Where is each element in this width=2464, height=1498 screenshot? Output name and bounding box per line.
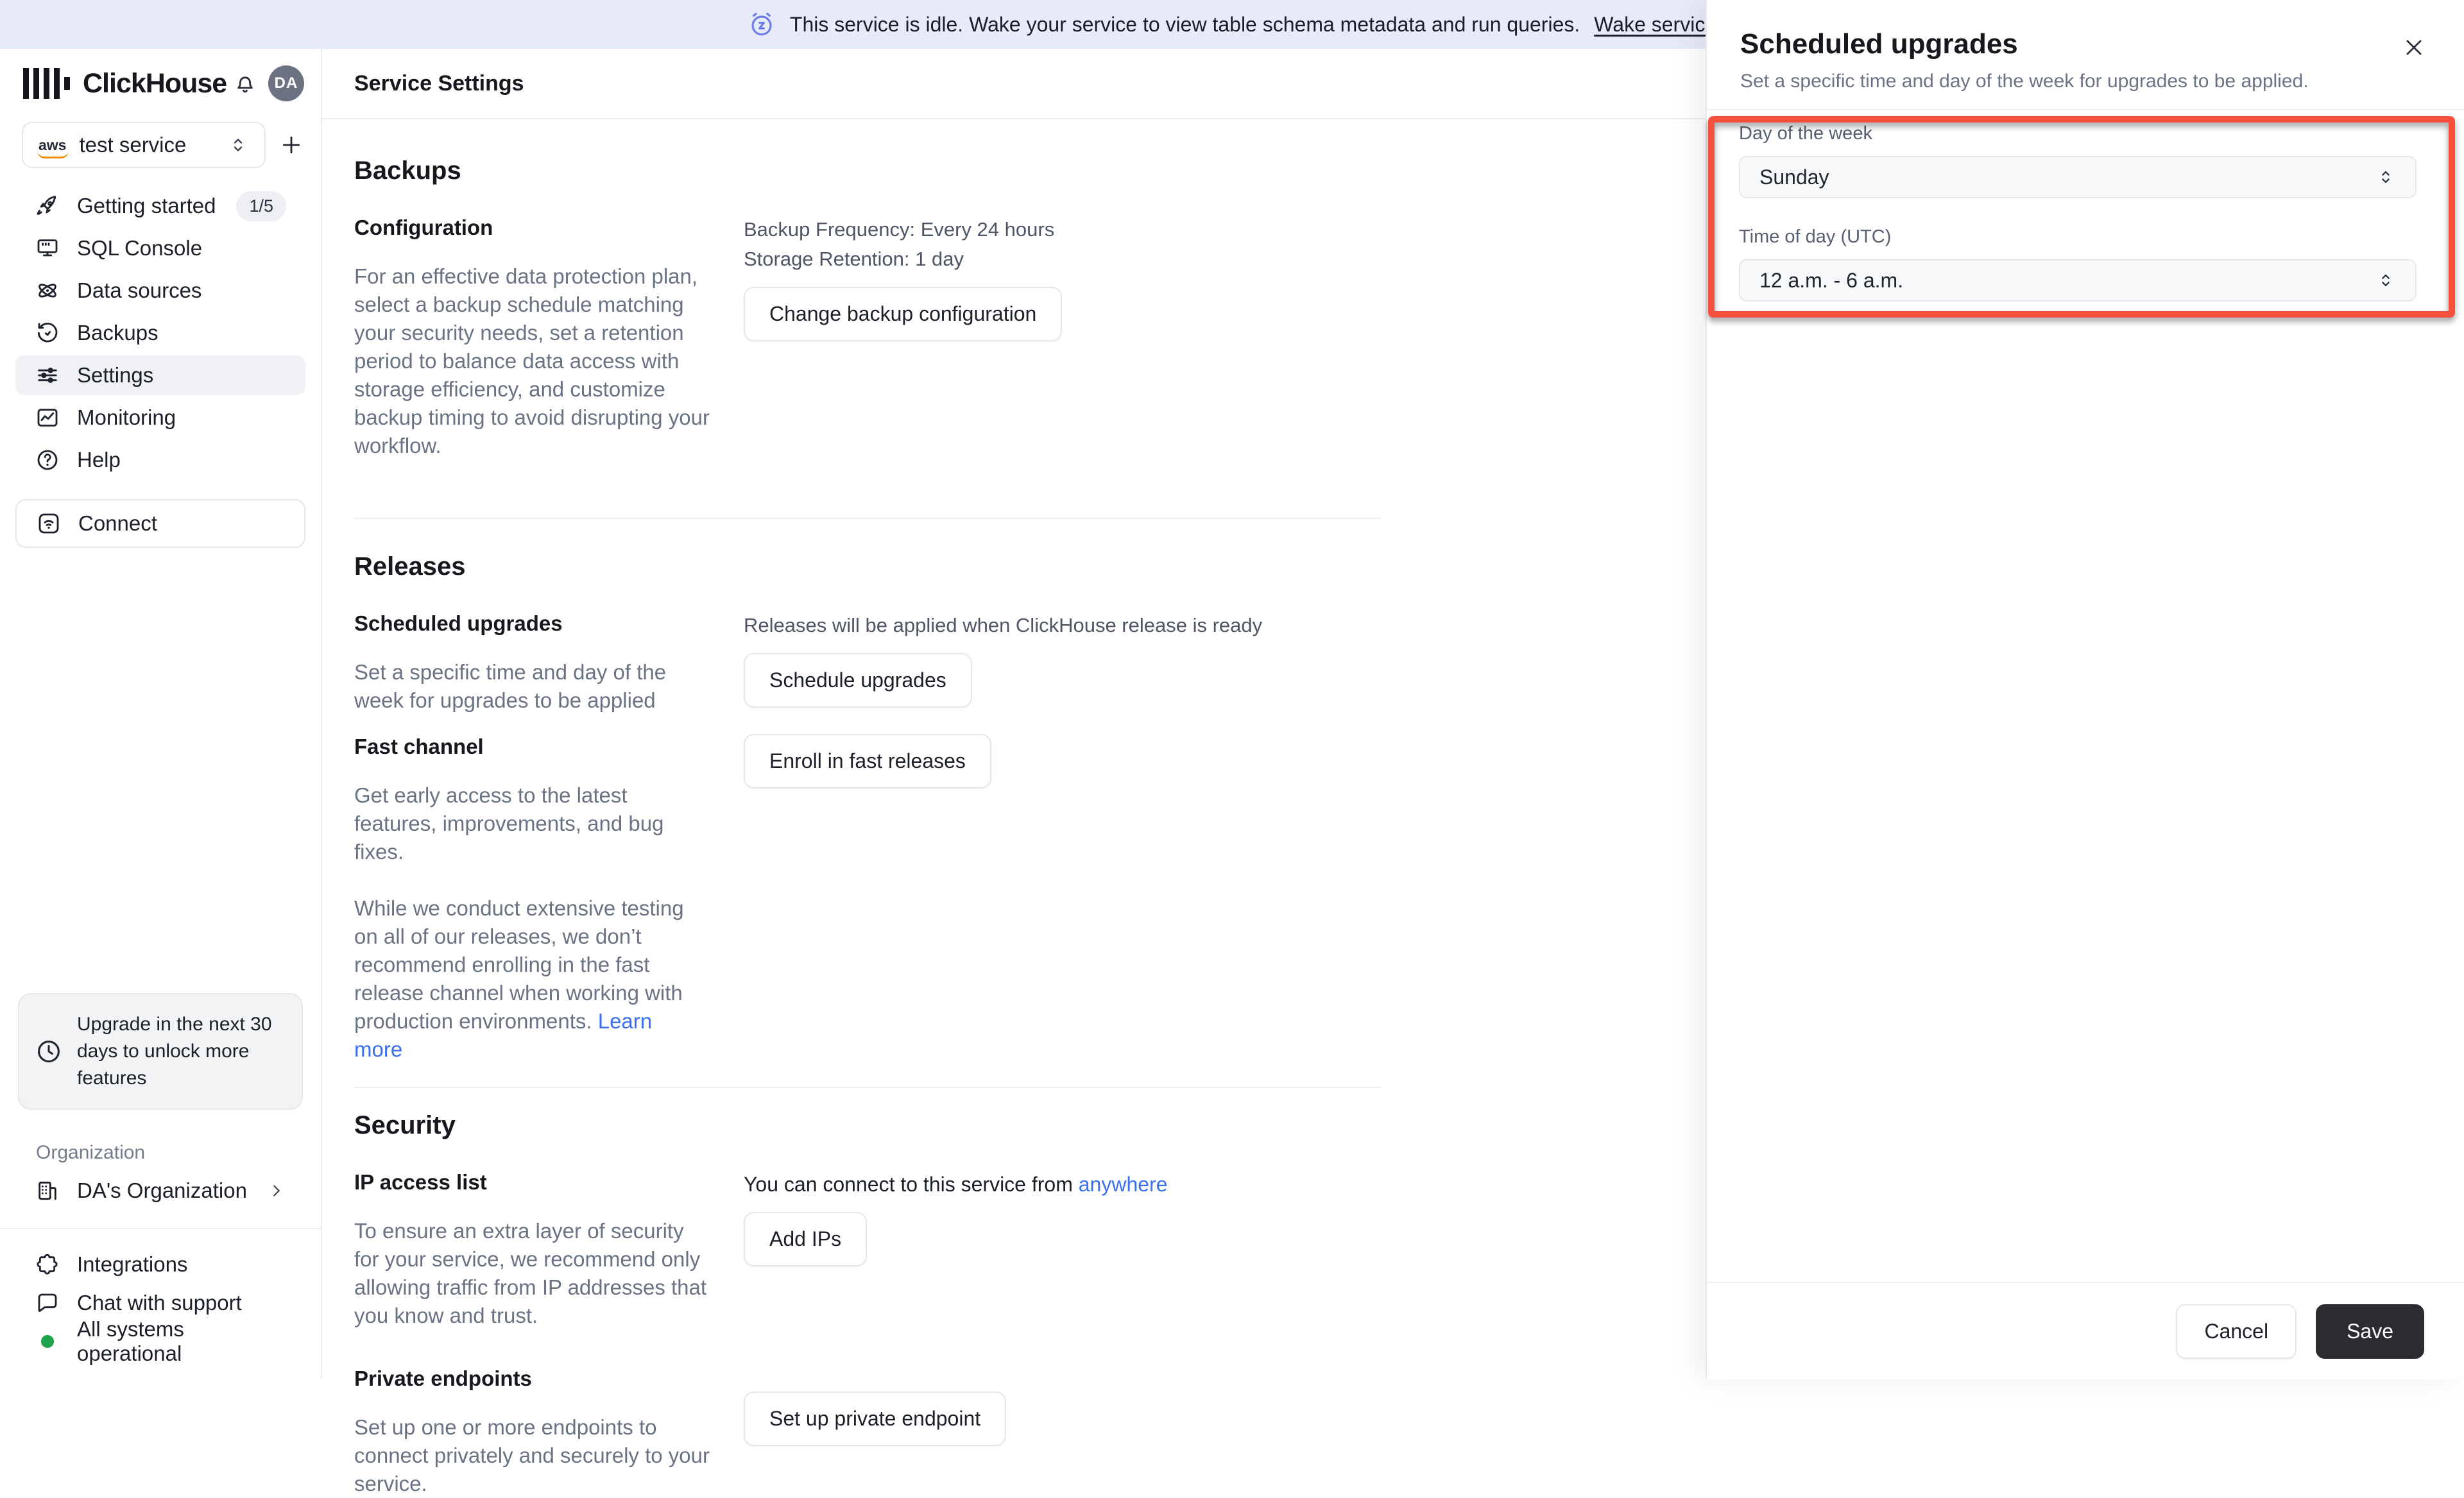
add-service-button[interactable] [277, 131, 305, 159]
brand-name: ClickHouse [83, 68, 227, 99]
fast-channel-heading: Fast channel [354, 734, 708, 760]
fast-channel-description-2: While we conduct extensive testing on al… [354, 894, 704, 1064]
cancel-button[interactable]: Cancel [2176, 1304, 2297, 1359]
avatar[interactable]: DA [268, 65, 304, 101]
sidebar-item-integrations[interactable]: Integrations [15, 1246, 305, 1283]
day-of-week-value: Sunday [1759, 166, 1829, 189]
chat-icon [35, 1290, 60, 1316]
fast-channel-description-1: Get early access to the latest features,… [354, 781, 704, 866]
configuration-description: For an effective data protection plan, s… [354, 262, 710, 460]
sidebar-item-getting-started[interactable]: Getting started 1/5 [15, 186, 305, 226]
wake-service-link[interactable]: Wake service [1594, 13, 1716, 37]
sidebar-item-label: All systems operational [77, 1317, 286, 1366]
organization-selector[interactable]: DA's Organization [15, 1170, 305, 1211]
service-selector[interactable]: aws test service [22, 122, 266, 168]
sidebar-item-label: Getting started [77, 194, 216, 218]
connect-button[interactable]: Connect [15, 499, 305, 548]
setup-private-endpoint-button[interactable]: Set up private endpoint [744, 1392, 1006, 1446]
enroll-fast-releases-button[interactable]: Enroll in fast releases [744, 734, 991, 788]
scheduled-upgrades-description: Set a specific time and day of the week … [354, 658, 704, 715]
sidebar-item-label: Data sources [77, 278, 201, 303]
chevron-updown-icon [2375, 270, 2396, 291]
page-title: Service Settings [354, 71, 524, 96]
private-endpoints-heading: Private endpoints [354, 1366, 708, 1392]
chevron-updown-icon [2375, 167, 2396, 187]
sidebar-item-sql-console[interactable]: SQL Console [15, 228, 305, 268]
organization-section-label: Organization [36, 1142, 321, 1164]
chevron-right-icon [267, 1181, 286, 1200]
change-backup-configuration-button[interactable]: Change backup configuration [744, 287, 1062, 341]
sql-console-icon [35, 235, 60, 261]
sidebar-item-label: SQL Console [77, 236, 202, 260]
close-button[interactable] [2400, 33, 2428, 62]
sidebar-item-chat-support[interactable]: Chat with support [15, 1284, 305, 1322]
clickhouse-logo-icon [23, 68, 70, 99]
save-button[interactable]: Save [2316, 1304, 2424, 1359]
bell-icon[interactable] [232, 71, 258, 96]
section-divider [354, 518, 1381, 519]
sidebar-item-system-status[interactable]: All systems operational [15, 1323, 305, 1360]
day-of-week-select[interactable]: Sunday [1739, 156, 2417, 198]
ip-access-list-heading: IP access list [354, 1170, 708, 1195]
monitoring-icon [35, 405, 60, 430]
service-name: test service [79, 133, 186, 157]
organization-name: DA's Organization [77, 1179, 247, 1203]
progress-badge: 1/5 [236, 191, 286, 221]
sidebar: ClickHouse DA aws test service Getting s… [0, 49, 322, 1379]
ip-access-list-description: To ensure an extra layer of security for… [354, 1217, 710, 1330]
sidebar-item-label: Monitoring [77, 405, 176, 430]
add-ips-button[interactable]: Add IPs [744, 1212, 867, 1266]
aws-logo: aws [38, 138, 66, 153]
settings-icon [35, 362, 60, 388]
puzzle-icon [35, 1252, 60, 1277]
backups-icon [35, 320, 60, 346]
schedule-upgrades-button[interactable]: Schedule upgrades [744, 653, 972, 708]
configuration-heading: Configuration [354, 215, 708, 241]
connect-icon [36, 511, 62, 536]
sidebar-item-label: Backups [77, 321, 158, 345]
private-endpoints-description: Set up one or more endpoints to connect … [354, 1413, 730, 1498]
drawer-title: Scheduled upgrades [1740, 28, 2428, 60]
sidebar-item-label: Settings [77, 363, 153, 387]
connect-label: Connect [78, 511, 157, 536]
upgrade-banner[interactable]: Upgrade in the next 30 days to unlock mo… [18, 993, 303, 1110]
time-of-day-select[interactable]: 12 a.m. - 6 a.m. [1739, 259, 2417, 302]
drawer-header-divider [1707, 109, 2464, 110]
sidebar-item-backups[interactable]: Backups [15, 313, 305, 353]
connect-from-label: You can connect to this service from [744, 1173, 1073, 1196]
sidebar-item-monitoring[interactable]: Monitoring [15, 398, 305, 438]
scheduled-upgrades-drawer: Scheduled upgrades Set a specific time a… [1706, 0, 2464, 1379]
rocket-icon [35, 193, 60, 219]
section-divider [354, 1087, 1381, 1088]
time-of-day-value: 12 a.m. - 6 a.m. [1759, 269, 1903, 293]
day-of-week-label: Day of the week [1739, 123, 2417, 144]
status-dot-icon [41, 1335, 54, 1348]
upgrade-note: Upgrade in the next 30 days to unlock mo… [77, 1011, 286, 1092]
scheduled-upgrades-heading: Scheduled upgrades [354, 611, 708, 636]
sidebar-item-help[interactable]: Help [15, 440, 305, 480]
sidebar-item-label: Integrations [77, 1252, 187, 1277]
help-icon [35, 447, 60, 473]
alarm-snooze-icon [748, 10, 776, 38]
banner-text: This service is idle. Wake your service … [790, 13, 1580, 37]
clock-icon [35, 1037, 63, 1066]
close-icon [2400, 33, 2428, 62]
logo-row: ClickHouse DA [0, 49, 321, 115]
sidebar-nav: Getting started 1/5 SQL Console Data sou… [0, 183, 321, 482]
sidebar-item-settings[interactable]: Settings [15, 355, 305, 395]
sidebar-item-label: Chat with support [77, 1291, 242, 1315]
drawer-form: Day of the week Sunday Time of day (UTC)… [1739, 123, 2417, 302]
drawer-subtitle: Set a specific time and day of the week … [1740, 71, 2428, 92]
chevron-updown-icon [227, 134, 249, 156]
drawer-footer: Cancel Save [1707, 1282, 2464, 1379]
organization-icon [35, 1178, 60, 1204]
time-of-day-label: Time of day (UTC) [1739, 226, 2417, 248]
plus-icon [278, 132, 304, 158]
private-endpoints-row: Private endpoints Set up one or more end… [354, 1366, 2464, 1498]
sidebar-item-label: Help [77, 448, 121, 472]
data-sources-icon [35, 278, 60, 303]
anywhere-link[interactable]: anywhere [1079, 1173, 1168, 1196]
sidebar-item-data-sources[interactable]: Data sources [15, 271, 305, 311]
